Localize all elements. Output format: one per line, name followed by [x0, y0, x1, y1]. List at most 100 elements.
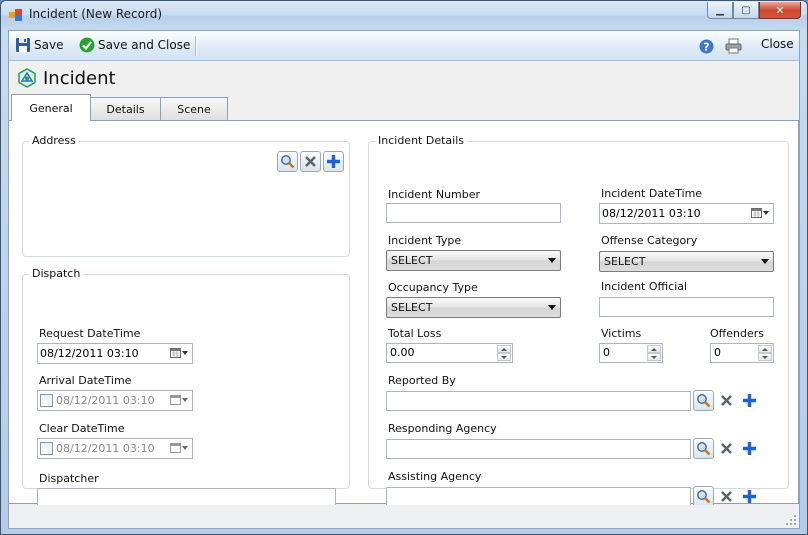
total-loss-up-button[interactable]: [497, 345, 511, 353]
save-button[interactable]: Save: [15, 37, 63, 53]
offenders-up-button[interactable]: [758, 345, 772, 353]
incident-calendar-dropdown[interactable]: [751, 207, 769, 218]
reported-by-clear-button[interactable]: [716, 390, 737, 411]
tab-general[interactable]: General: [11, 94, 91, 121]
tab-scene[interactable]: Scene: [160, 97, 228, 121]
clear-x-icon: [721, 443, 732, 454]
offense-category-value: SELECT: [604, 255, 646, 268]
responding-agency-label: Responding Agency: [388, 422, 497, 435]
reported-by-label: Reported By: [388, 374, 456, 387]
plus-icon: [327, 155, 340, 168]
close-label: Close: [761, 37, 794, 51]
total-loss-spin-buttons: [497, 345, 511, 361]
offenders-down-button[interactable]: [758, 353, 772, 361]
request-dropdown-arrow: [182, 350, 188, 355]
resize-grip-icon[interactable]: [785, 514, 797, 526]
clear-datetime-value: 08/12/2011 03:10: [56, 442, 155, 455]
clear-datetime-picker[interactable]: 08/12/2011 03:10: [37, 438, 193, 459]
victims-spin-buttons: [647, 345, 661, 361]
incident-type-select[interactable]: SELECT: [386, 250, 561, 271]
victims-label: Victims: [601, 327, 642, 340]
clear-x-icon: [721, 491, 732, 502]
plus-icon: [743, 442, 756, 455]
responding-agency-search-button[interactable]: [693, 438, 714, 459]
incident-number-input[interactable]: [386, 203, 561, 223]
request-datetime-value: 08/12/2011 03:10: [40, 347, 139, 360]
responding-agency-clear-button[interactable]: [716, 438, 737, 459]
address-buttons: [277, 151, 344, 172]
address-clear-button[interactable]: [300, 151, 321, 172]
status-bar: [9, 505, 799, 528]
total-loss-down-button[interactable]: [497, 353, 511, 361]
total-loss-spinner[interactable]: 0.00: [386, 343, 513, 363]
offense-category-arrow: [761, 259, 769, 264]
total-loss-value: 0.00: [390, 346, 415, 359]
incident-official-label: Incident Official: [601, 280, 688, 293]
clear-x-icon: [305, 156, 316, 167]
incident-official-input[interactable]: [599, 297, 774, 317]
occupancy-type-value: SELECT: [391, 301, 433, 314]
toolbar: Save Save and Close ? Close: [9, 31, 799, 61]
incident-type-value: SELECT: [391, 254, 433, 267]
minimize-button[interactable]: ▁: [707, 2, 733, 19]
close-button[interactable]: Close: [761, 37, 794, 51]
magnifier-icon: [697, 490, 711, 504]
incident-datetime-label: Incident DateTime: [601, 187, 703, 200]
svg-text:?: ?: [703, 41, 709, 54]
occupancy-type-label: Occupancy Type: [388, 281, 478, 294]
tab-details[interactable]: Details: [90, 97, 161, 121]
assisting-agency-input[interactable]: [386, 487, 691, 507]
title-bar[interactable]: Incident (New Record) ▁ ▢ ✕: [1, 1, 807, 30]
client-area: Save Save and Close ? Close Incident Gen…: [8, 30, 800, 529]
responding-agency-input[interactable]: [386, 439, 691, 459]
incident-type-arrow: [548, 258, 556, 263]
assisting-agency-clear-button[interactable]: [716, 486, 737, 507]
victims-spinner[interactable]: 0: [599, 343, 663, 363]
down-arrow-icon: [762, 355, 768, 359]
request-datetime-label: Request DateTime: [39, 327, 141, 340]
assisting-agency-add-button[interactable]: [739, 486, 760, 507]
address-search-button[interactable]: [277, 151, 298, 172]
printer-icon[interactable]: [725, 38, 742, 54]
down-arrow-icon: [651, 355, 657, 359]
arrival-datetime-checkbox[interactable]: [40, 394, 53, 407]
offense-category-select[interactable]: SELECT: [599, 251, 774, 272]
request-datetime-picker[interactable]: 08/12/2011 03:10: [37, 343, 193, 364]
magnifier-icon: [697, 442, 711, 456]
reported-by-input[interactable]: [386, 391, 691, 411]
offenders-spin-buttons: [758, 345, 772, 361]
arrival-datetime-picker[interactable]: 08/12/2011 03:10: [37, 390, 193, 411]
calendar-icon: [170, 443, 181, 453]
arrival-calendar-dropdown[interactable]: [170, 394, 188, 405]
window-close-button[interactable]: ✕: [759, 2, 801, 19]
incident-datetime-picker[interactable]: 08/12/2011 03:10: [599, 203, 774, 224]
reported-by-search-button[interactable]: [693, 390, 714, 411]
address-add-button[interactable]: [323, 151, 344, 172]
toolbar-separator: [195, 36, 196, 56]
save-and-close-button[interactable]: Save and Close: [79, 37, 190, 53]
victims-up-button[interactable]: [647, 345, 661, 353]
occupancy-type-select[interactable]: SELECT: [386, 297, 561, 318]
help-icon[interactable]: ?: [699, 39, 714, 54]
address-group: Address: [22, 134, 350, 257]
reported-by-add-button[interactable]: [739, 390, 760, 411]
dispatcher-label: Dispatcher: [39, 472, 99, 485]
down-arrow-icon: [501, 355, 507, 359]
victims-down-button[interactable]: [647, 353, 661, 361]
responding-agency-add-button[interactable]: [739, 438, 760, 459]
offenders-spinner[interactable]: 0: [710, 343, 774, 363]
clear-calendar-dropdown[interactable]: [170, 442, 188, 453]
offense-category-label: Offense Category: [601, 234, 698, 247]
request-calendar-dropdown[interactable]: [170, 347, 188, 358]
floppy-disk-icon: [16, 38, 30, 52]
window-controls: ▁ ▢ ✕: [707, 2, 801, 19]
tab-strip: General Details Scene: [9, 94, 799, 121]
calendar-icon: [170, 348, 181, 358]
record-header: Incident: [9, 62, 799, 92]
assisting-agency-search-button[interactable]: [693, 486, 714, 507]
clear-datetime-checkbox[interactable]: [40, 442, 53, 455]
maximize-button[interactable]: ▢: [733, 2, 759, 19]
up-arrow-icon: [651, 347, 657, 351]
general-tab-panel: Address Dispatch Request DateTime 08/12/…: [9, 120, 799, 508]
app-icon: [9, 9, 22, 21]
